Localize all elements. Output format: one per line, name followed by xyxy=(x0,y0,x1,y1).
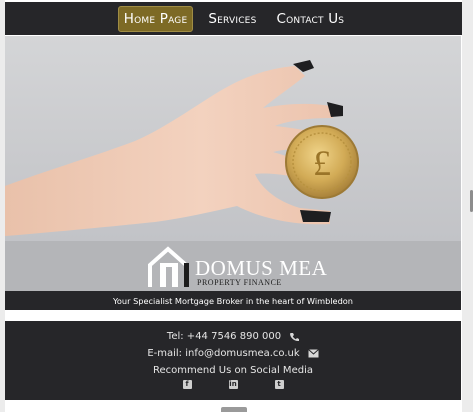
hand-holding-coin-illustration: £ xyxy=(5,60,359,236)
nav-contact-us[interactable]: Contact Us xyxy=(272,7,350,31)
facebook-icon[interactable]: f xyxy=(182,380,192,389)
twitter-icon[interactable]: t xyxy=(274,380,284,389)
nail-thumb xyxy=(300,210,331,222)
hand-shape xyxy=(5,66,333,236)
footer-phone-row: Tel: +44 7546 890 000 xyxy=(5,331,461,342)
linkedin-icon[interactable]: in xyxy=(228,380,238,389)
social-links: f in t xyxy=(5,380,461,389)
social-heading: Recommend Us on Social Media xyxy=(153,365,313,376)
top-navbar: Home Page Services Contact Us xyxy=(5,2,462,35)
coin-symbol: £ xyxy=(313,143,331,183)
envelope-icon xyxy=(307,349,319,358)
hero-image: £ xyxy=(5,36,461,241)
brand-subtitle: PROPERTY FINANCE xyxy=(197,278,282,287)
footer: Tel: +44 7546 890 000 E-mail: info@domus… xyxy=(5,321,461,400)
nav-home-page[interactable]: Home Page xyxy=(117,5,194,32)
tagline: Your Specialist Mortgage Broker in the h… xyxy=(5,291,461,310)
phone-icon xyxy=(290,332,300,341)
email-text[interactable]: E-mail: info@domusmea.co.uk xyxy=(147,348,299,359)
logo-band: DOMUS MEA PROPERTY FINANCE xyxy=(5,241,461,291)
nav-services[interactable]: Services xyxy=(203,7,261,31)
house-logo-icon xyxy=(148,246,189,287)
brand-logo[interactable]: DOMUS MEA PROPERTY FINANCE xyxy=(146,243,327,289)
footer-email-row: E-mail: info@domusmea.co.uk xyxy=(5,348,461,359)
scroll-to-top-tab[interactable] xyxy=(221,407,247,412)
phone-text[interactable]: Tel: +44 7546 890 000 xyxy=(167,331,281,342)
